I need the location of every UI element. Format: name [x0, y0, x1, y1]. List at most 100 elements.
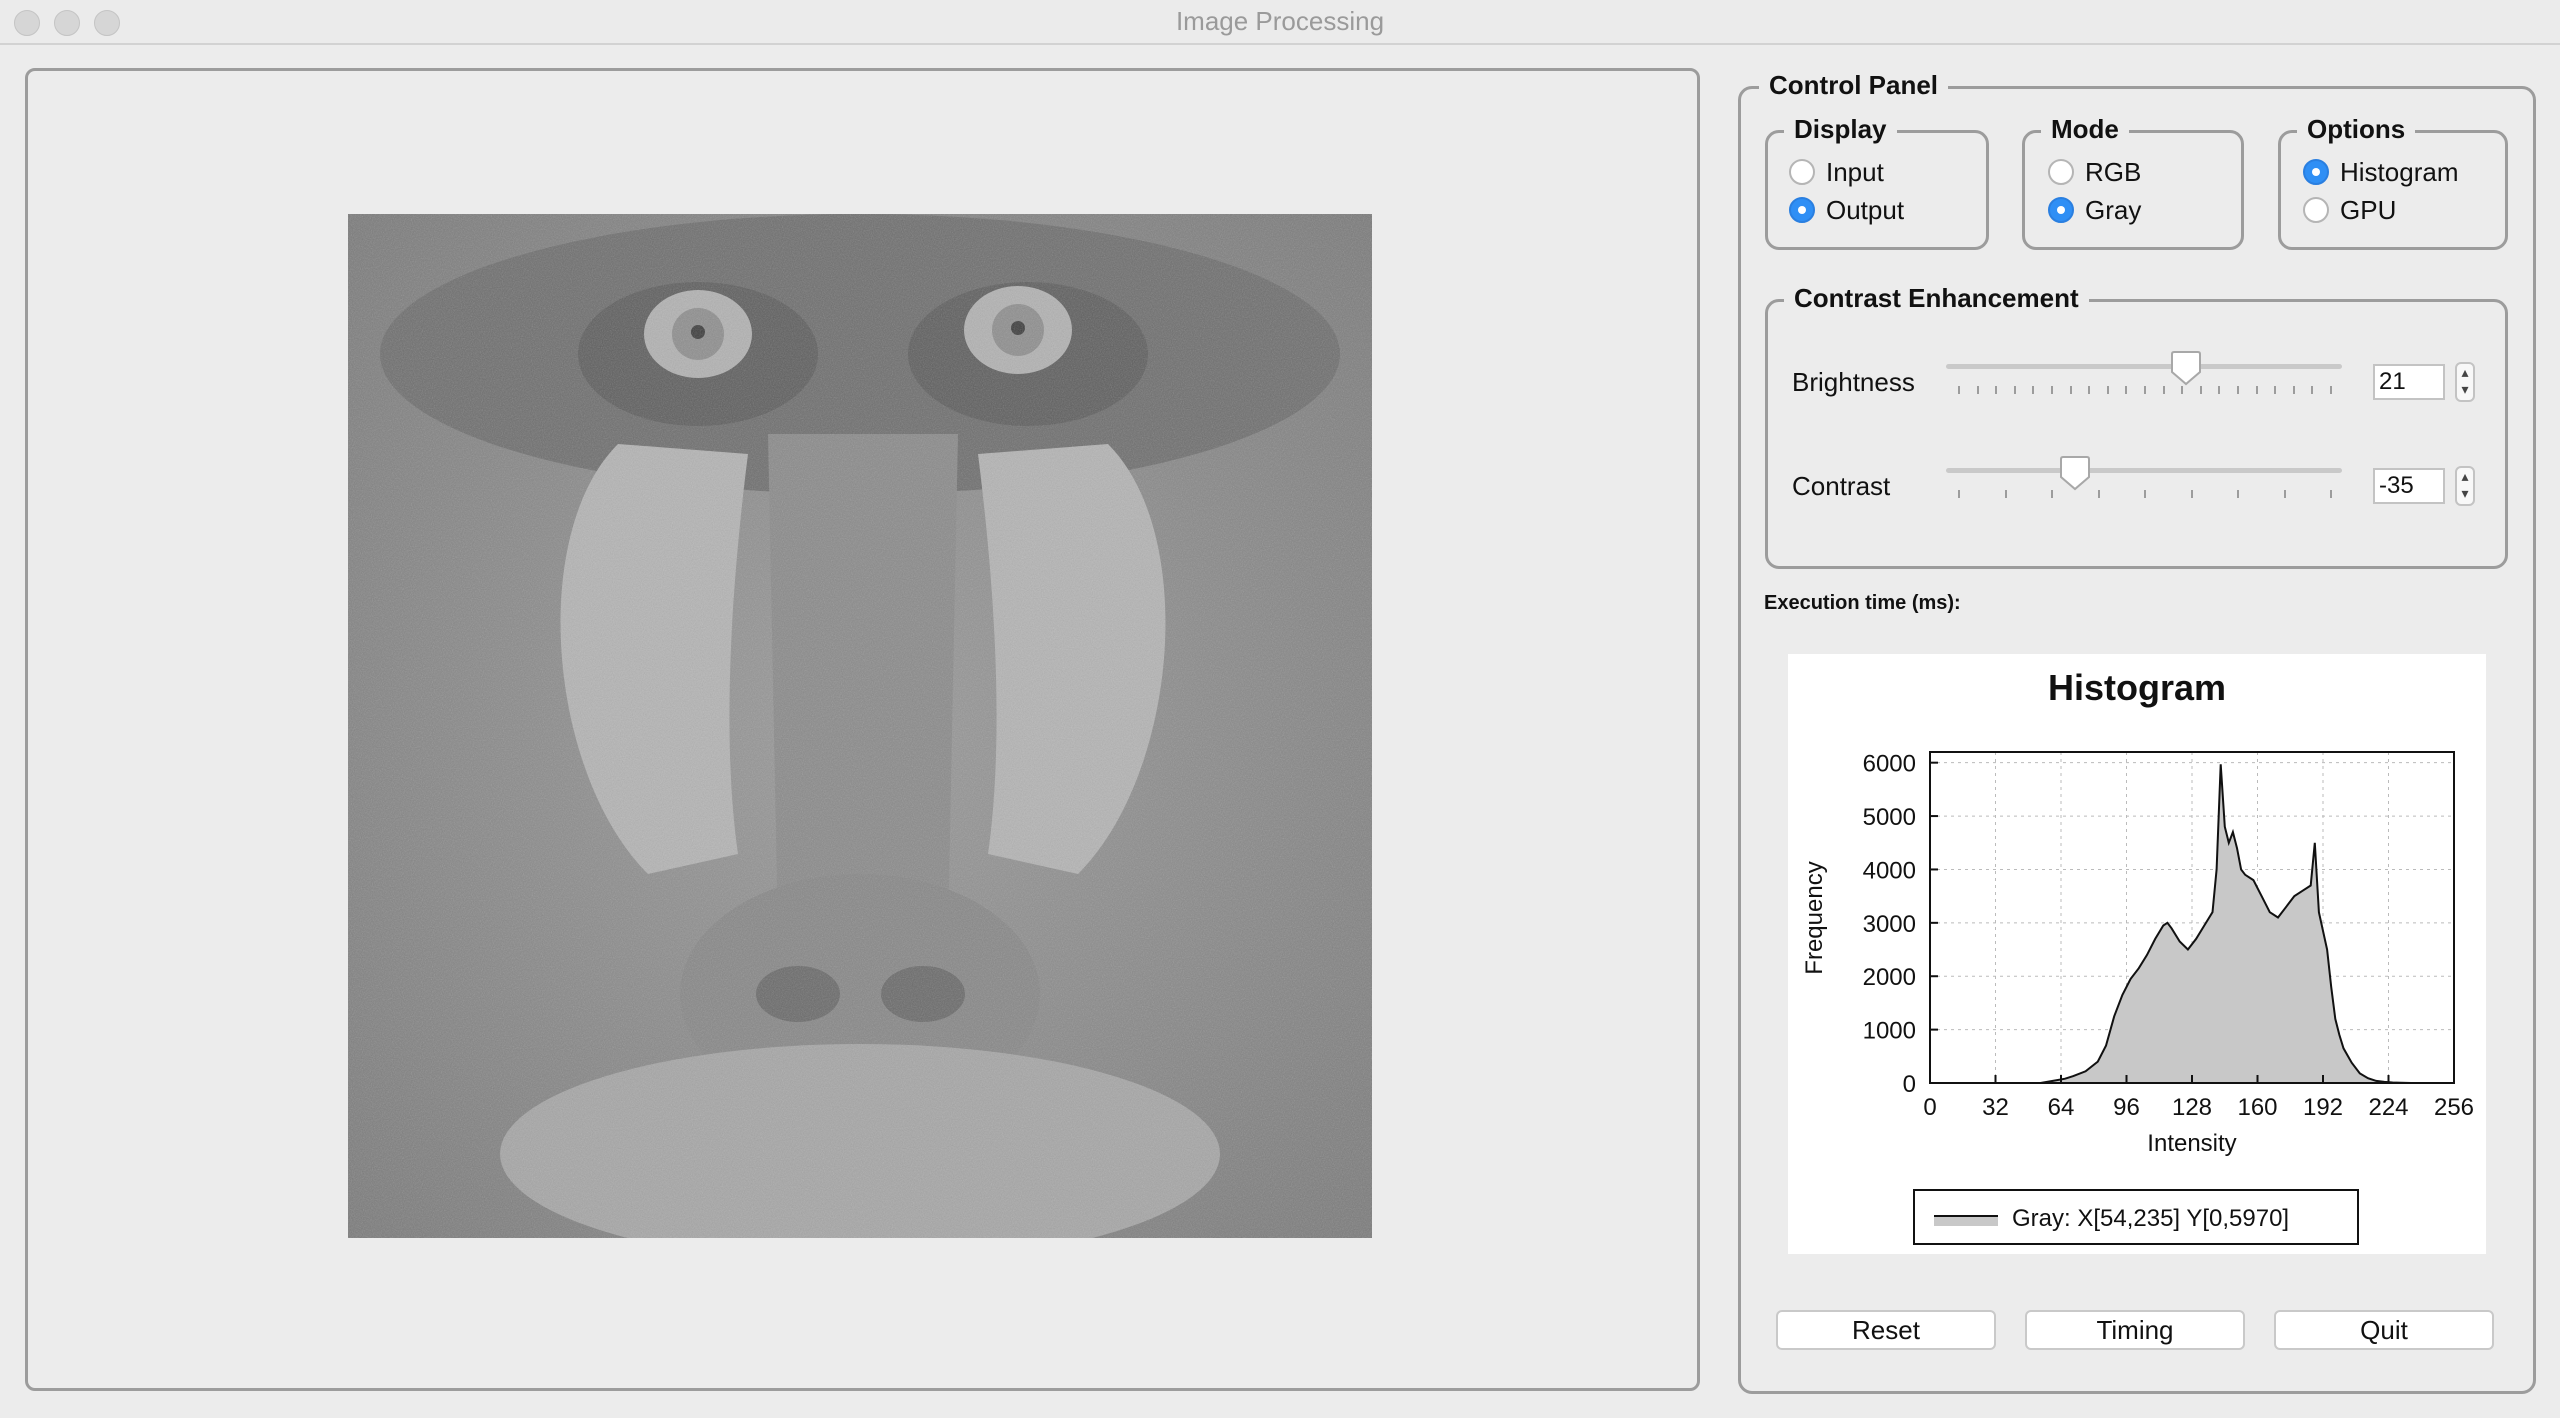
gray-series-area: [2040, 764, 2411, 1083]
slider-tick: [2097, 490, 2100, 498]
slider-tick: [2004, 490, 2007, 498]
slider-tick: [2274, 386, 2277, 394]
mode-rgb-label: RGB: [2085, 156, 2142, 187]
histogram-chart: Histogram 0 32 64 96 128 160 192 224 256 0 1000 20…: [1801, 667, 2474, 1245]
slider-tick: [1958, 386, 1960, 394]
x-tick-label: 224: [2368, 1094, 2408, 1121]
y-tick-label: 4000: [1863, 857, 1916, 884]
y-tick-label: 2000: [1863, 964, 1916, 991]
brightness-label: Brightness: [1792, 367, 1915, 397]
brightness-value-input[interactable]: 21: [2373, 364, 2445, 400]
slider-tick: [1976, 386, 1979, 394]
mode-gray-radio-indicator[interactable]: [2048, 197, 2074, 223]
y-tick-label: 0: [1903, 1071, 1916, 1098]
display-output-radio[interactable]: Output: [1789, 193, 1904, 227]
x-tick-label: 64: [2048, 1094, 2075, 1121]
slider-tick: [2162, 386, 2165, 394]
reset-button[interactable]: Reset: [1776, 1310, 1996, 1350]
display-group: Display: [1765, 111, 1989, 250]
slider-tick: [2088, 386, 2091, 394]
slider-tick: [1958, 490, 1960, 498]
slider-tick: [2330, 386, 2332, 394]
legend-swatch-fill: [1934, 1216, 1998, 1226]
display-input-radio-indicator[interactable]: [1789, 159, 1815, 185]
contrast-enhancement-title: Contrast Enhancement: [1784, 280, 2089, 316]
mode-gray-label: Gray: [2085, 194, 2142, 225]
x-tick-label: 192: [2303, 1094, 2343, 1121]
legend-text: Gray: X[54,235] Y[0,5970]: [2012, 1205, 2289, 1232]
slider-tick: [2330, 490, 2332, 498]
quit-button[interactable]: Quit: [2274, 1310, 2494, 1350]
mode-rgb-radio-indicator[interactable]: [2048, 159, 2074, 185]
slider-tick: [2032, 386, 2035, 394]
mode-group-title: Mode: [2041, 111, 2129, 147]
x-tick-label: 128: [2172, 1094, 2212, 1121]
brightness-spin-buttons[interactable]: ▴ ▾: [2455, 362, 2475, 402]
slider-tick: [2051, 386, 2053, 394]
options-histogram-radio-indicator[interactable]: [2303, 159, 2329, 185]
execution-time-label: Execution time (ms):: [1764, 592, 1961, 614]
x-tick-label: 32: [1982, 1094, 2009, 1121]
options-gpu-label: GPU: [2340, 194, 2397, 225]
contrast-value-input[interactable]: -35: [2373, 468, 2445, 504]
control-panel-title: Control Panel: [1759, 67, 1949, 103]
slider-tick: [2199, 386, 2202, 394]
display-input-radio[interactable]: Input: [1789, 155, 1884, 189]
display-group-title: Display: [1784, 111, 1897, 147]
slider-tick: [2190, 490, 2193, 498]
slider-tick: [2125, 386, 2128, 394]
options-group-title: Options: [2297, 111, 2416, 147]
slider-tick: [2144, 386, 2146, 394]
options-gpu-radio-indicator[interactable]: [2303, 197, 2329, 223]
slider-tick: [2237, 386, 2239, 394]
brightness-slider-handle[interactable]: [2169, 350, 2203, 386]
display-input-label: Input: [1826, 156, 1884, 187]
slider-tick: [2013, 386, 2016, 394]
mode-gray-radio[interactable]: Gray: [2048, 193, 2141, 227]
options-gpu-radio[interactable]: GPU: [2303, 193, 2396, 227]
display-output-radio-indicator[interactable]: [1789, 197, 1815, 223]
options-histogram-label: Histogram: [2340, 156, 2459, 187]
window-title: Image Processing: [1175, 6, 1385, 36]
y-axis-ticks: 0 1000 2000 3000 4000 5000 6000: [1863, 751, 1938, 1098]
options-group: Options: [2278, 111, 2508, 250]
y-tick-label: 6000: [1863, 751, 1916, 778]
contrast-enhancement-group: Contrast Enhancement: [1765, 280, 2508, 569]
slider-tick: [2311, 386, 2314, 394]
slider-tick: [2181, 386, 2184, 394]
display-output-label: Output: [1826, 194, 1905, 225]
slider-tick: [2255, 386, 2258, 394]
options-histogram-radio[interactable]: Histogram: [2303, 155, 2458, 189]
slider-tick: [2292, 386, 2295, 394]
slider-tick: [1995, 386, 1998, 394]
x-tick-label: 0: [1923, 1094, 1936, 1121]
y-axis-label: Frequency: [1801, 861, 1828, 974]
y-tick-label: 1000: [1863, 1018, 1916, 1045]
contrast-spin-buttons[interactable]: ▴ ▾: [2455, 466, 2475, 506]
slider-tick: [2283, 490, 2286, 498]
slider-tick: [2051, 490, 2053, 498]
slider-tick: [2237, 490, 2239, 498]
brightness-slider-track[interactable]: [1946, 364, 2342, 369]
histogram-title: Histogram: [2048, 667, 2226, 708]
contrast-slider-handle[interactable]: [2058, 455, 2092, 491]
contrast-label: Contrast: [1792, 471, 1891, 501]
output-image: [348, 214, 1372, 1238]
x-axis-label: Intensity: [2147, 1130, 2236, 1157]
timing-button[interactable]: Timing: [2025, 1310, 2245, 1350]
x-tick-label: 256: [2434, 1094, 2474, 1121]
x-tick-label: 160: [2237, 1094, 2277, 1121]
mandrill-image: [348, 214, 1372, 1238]
histogram-panel: Histogram 0 32 64 96 128 160 192 224 256 0 1000 20…: [1788, 654, 2486, 1254]
contrast-slider-track[interactable]: [1946, 468, 2342, 473]
slider-tick: [2106, 386, 2109, 394]
x-tick-label: 96: [2113, 1094, 2140, 1121]
mode-group: Mode: [2022, 111, 2244, 250]
slider-tick: [2144, 490, 2146, 498]
y-tick-label: 5000: [1863, 804, 1916, 831]
y-tick-label: 3000: [1863, 911, 1916, 938]
slider-tick: [2218, 386, 2221, 394]
title-bar: Image Processing: [0, 0, 2560, 45]
mode-rgb-radio[interactable]: RGB: [2048, 155, 2141, 189]
slider-tick: [2069, 386, 2072, 394]
